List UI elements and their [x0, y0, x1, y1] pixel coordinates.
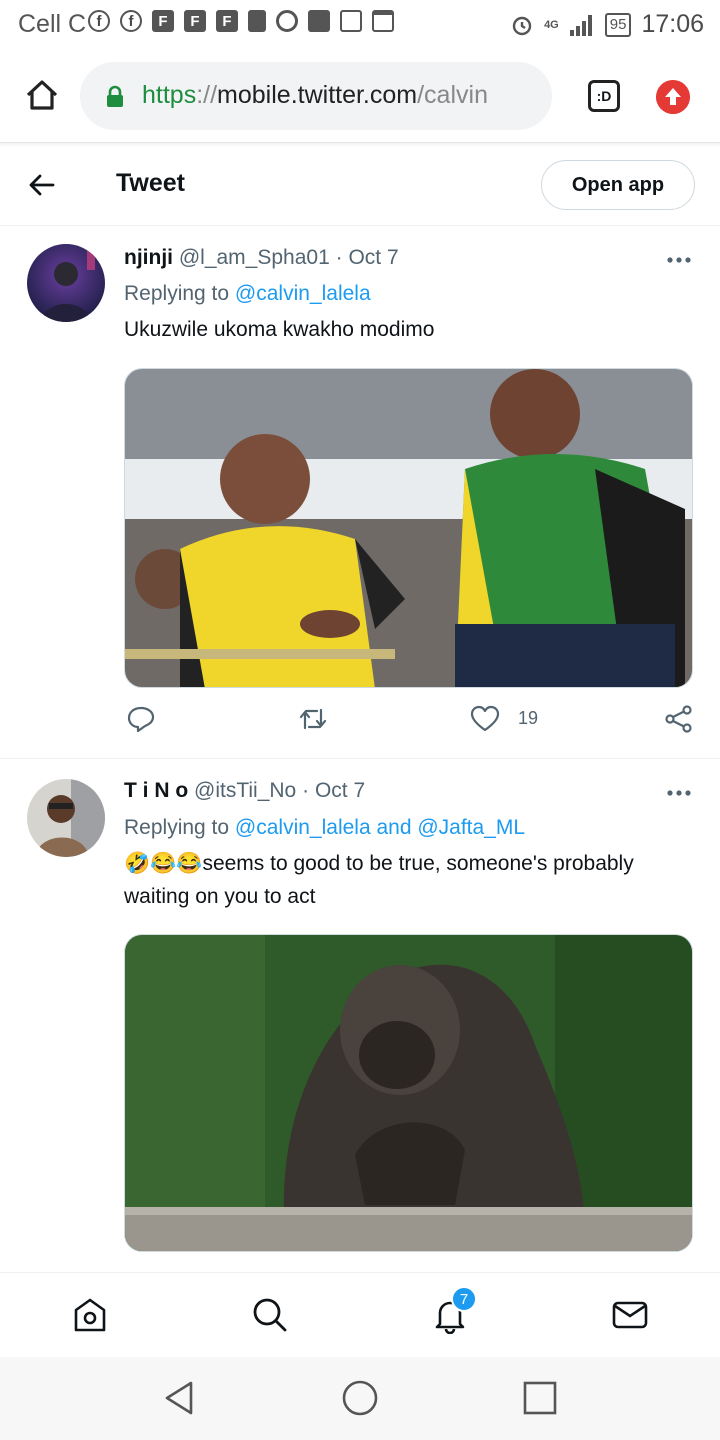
clock: 17:06 — [641, 10, 704, 38]
replying-to-line: Replying to @calvin_lalela — [124, 282, 371, 306]
separator-dot: · — [335, 246, 343, 269]
flipboard-icon: F — [184, 10, 206, 32]
bottom-navigation: 7 — [0, 1272, 720, 1357]
network-type: 4G — [544, 18, 559, 31]
tweet-text: Ukuzwile ukoma kwakho modimo — [124, 318, 435, 341]
tweet-text: 🤣😂😂seems to good to be true, someone's p… — [124, 852, 634, 908]
tab-switcher-button[interactable]: :D — [588, 80, 620, 112]
signal-icon — [569, 14, 592, 36]
carrier-name: Cell C — [18, 10, 87, 38]
flipboard-icon: F — [152, 10, 174, 32]
flipboard-icon: F — [216, 10, 238, 32]
avatar[interactable] — [27, 244, 105, 322]
mention-link[interactable]: @calvin_lalela — [235, 282, 371, 305]
home-circle-icon[interactable] — [341, 1379, 379, 1417]
replying-to-label: Replying to — [124, 282, 235, 305]
browser-toolbar: https://mobile.twitter.com/calvin :D — [0, 52, 720, 143]
tweet-actions: 19 — [124, 704, 694, 736]
notification-icons: f f F F F — [88, 10, 394, 32]
like-icon[interactable] — [470, 704, 500, 734]
url-host: mobile.twitter.com — [217, 81, 418, 109]
url-path: /calvin — [417, 81, 488, 109]
tweet-author-line: T i N o @itsTii_No · Oct 7 — [124, 779, 365, 803]
mention-link[interactable]: @calvin_lalela and @Jafta_ML — [235, 816, 525, 839]
hotspot-icon — [276, 10, 298, 32]
tweet-date[interactable]: Oct 7 — [315, 779, 365, 802]
author-handle[interactable]: @l_am_Spha01 — [179, 246, 330, 269]
system-navigation-bar — [0, 1357, 720, 1440]
search-icon[interactable] — [251, 1296, 289, 1334]
recents-icon[interactable] — [521, 1379, 559, 1417]
share-icon[interactable] — [664, 704, 694, 734]
gallery-icon — [340, 10, 362, 32]
more-options-icon[interactable] — [666, 256, 692, 264]
replying-to-line: Replying to @calvin_lalela and @Jafta_ML — [124, 816, 525, 840]
app-icon — [308, 10, 330, 32]
separator-dot: · — [302, 779, 310, 802]
status-right: 4G 95 17:06 — [510, 10, 704, 39]
more-options-icon[interactable] — [666, 789, 692, 797]
open-app-button[interactable]: Open app — [541, 160, 695, 210]
tweet[interactable]: njinji @l_am_Spha01 · Oct 7 Replying to … — [0, 226, 720, 759]
avatar[interactable] — [27, 779, 105, 857]
retweet-icon[interactable] — [298, 704, 328, 734]
facebook-icon: f — [120, 10, 142, 32]
calendar-icon — [372, 10, 394, 32]
tweet-author-line: njinji @l_am_Spha01 · Oct 7 — [124, 246, 399, 270]
home-icon[interactable] — [24, 77, 60, 113]
url-scheme: https — [142, 81, 197, 109]
tweet-header: Tweet Open app — [0, 145, 720, 226]
notification-badge: 7 — [451, 1286, 477, 1312]
facebook-icon: f — [88, 10, 110, 32]
reply-icon[interactable] — [126, 704, 156, 734]
address-bar[interactable]: https://mobile.twitter.com/calvin — [80, 62, 552, 130]
tweet[interactable]: T i N o @itsTii_No · Oct 7 Replying to @… — [0, 759, 720, 1271]
tweet-photo[interactable] — [124, 368, 693, 688]
author-name[interactable]: njinji — [124, 246, 173, 269]
status-bar: Cell C f f F F F 4G 95 17:06 — [0, 0, 720, 50]
back-arrow-icon[interactable] — [28, 171, 56, 199]
lock-icon — [107, 85, 123, 107]
tweet-photo[interactable] — [124, 934, 693, 1252]
messages-icon[interactable] — [611, 1296, 649, 1334]
like-count: 19 — [518, 708, 539, 728]
update-icon[interactable] — [656, 80, 690, 114]
url-separator: :// — [196, 81, 218, 109]
url-text: https://mobile.twitter.com/calvin — [142, 81, 488, 110]
replying-to-label: Replying to — [124, 816, 235, 839]
back-icon[interactable] — [161, 1379, 199, 1417]
page-title: Tweet — [116, 169, 185, 197]
home-icon[interactable] — [71, 1296, 109, 1334]
sd-card-icon — [248, 10, 266, 32]
author-handle[interactable]: @itsTii_No — [194, 779, 296, 802]
author-name[interactable]: T i N o — [124, 779, 188, 802]
battery-icon: 95 — [604, 12, 632, 37]
tweet-date[interactable]: Oct 7 — [348, 246, 398, 269]
alarm-icon — [512, 16, 532, 35]
